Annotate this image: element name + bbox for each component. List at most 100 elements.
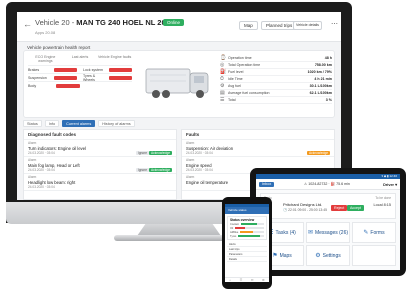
fact-value: 30.1 L/100km: [309, 84, 332, 88]
reject-button[interactable]: Reject: [331, 205, 348, 211]
list-item[interactable]: Alarm Turn indicators: Engine oil level …: [24, 140, 176, 157]
level-bar: [238, 235, 264, 237]
driver-dropdown[interactable]: Driver ▾: [383, 182, 397, 187]
list-item[interactable]: Alarm Headlight low beam: right 24.03.20…: [24, 174, 176, 191]
level-bar: [240, 231, 264, 233]
event-tag: Alarm: [28, 175, 37, 179]
tile-label: Tasks (4): [275, 229, 296, 236]
stat-name: Brakes: [28, 67, 40, 72]
envelope-icon[interactable]: ✉: [251, 278, 254, 282]
due-label: To be done: [375, 196, 391, 200]
home-icon[interactable]: ⌂: [229, 278, 231, 282]
forms-tile[interactable]: ✎ Forms: [352, 222, 396, 243]
tablet-device: ▾ ◆ ▮ 12:46 Inbox ⚠ 1024-82732 · ⛽ 75.6 …: [250, 168, 406, 276]
planned-trips-button[interactable]: Planned trips: [261, 21, 298, 30]
vehicle-name: MAN TG 240 HOEL NL 2008: [76, 18, 174, 27]
product-showcase: ← Vehicle 20 - MAN TG 240 HOEL NL 2008 O…: [0, 0, 408, 294]
status-chip: [54, 75, 77, 80]
tab-history-of-alarms[interactable]: History of alarms: [98, 120, 135, 127]
stat-name: Lock system: [83, 67, 103, 72]
acknowledge-button[interactable]: Acknowledge: [307, 151, 330, 155]
timer-icon: ⏱: [220, 76, 224, 82]
list-icon[interactable]: ☰: [240, 278, 243, 282]
phone-bottom-nav: ⌂ ☰ ✉ ⚙: [225, 277, 269, 282]
trip-info: ⚠ 1024-82732 · ⛽ 75.6 min: [304, 182, 350, 186]
stats-col-header: Vehicle Engine faults: [97, 55, 132, 59]
alarm-tabs: Status Info Current alarms History of al…: [23, 120, 135, 127]
status-card: Status overview Coolant Oil AdBlue Tyres: [227, 216, 267, 240]
status-chip: [109, 67, 132, 72]
fact-row: ▤ Average fuel consumption 62.1 L/100km: [220, 90, 332, 97]
status-label: Coolant: [230, 222, 239, 226]
stats-col-header: Last alerts: [71, 55, 89, 59]
level-bar: [240, 223, 264, 225]
phone-device: Vehicle status Status overview Coolant O…: [222, 197, 272, 289]
ignore-button[interactable]: Ignore: [135, 151, 149, 155]
panel-title: Diagnosed fault codes: [24, 130, 176, 140]
inbox-badge[interactable]: Inbox: [259, 182, 275, 187]
more-menu-icon[interactable]: ⋯: [331, 20, 338, 28]
ignore-button[interactable]: Ignore: [135, 168, 149, 172]
settings-tile[interactable]: ⚙ Settings: [306, 245, 350, 266]
event-time: 24.03.2020 · 03:04: [28, 185, 55, 189]
map-button[interactable]: Map: [239, 21, 258, 30]
list-item[interactable]: Alarm Main fog lamp, Head or Left 24.03.…: [24, 157, 176, 174]
level-fill: [238, 235, 261, 237]
panel-title: Faults: [182, 130, 334, 140]
phone-screen: Vehicle status Status overview Coolant O…: [225, 204, 269, 282]
health-stats-table: ECO Engine warnings Last alerts Vehicle …: [28, 55, 132, 89]
tablet-top-bar: Inbox ⚠ 1024-82732 · ⛽ 75.6 min Driver ▾: [256, 179, 400, 190]
event-time: 24.03.2020 · 03:04: [28, 168, 55, 172]
fact-value: 62.1 L/100km: [309, 91, 332, 95]
fact-label: Fuel level: [228, 70, 244, 74]
flag-icon: ⚑: [272, 253, 278, 259]
gauge-icon: ▤: [220, 90, 225, 96]
acknowledge-button[interactable]: Acknowledge: [149, 168, 172, 172]
health-report-card: ECO Engine warnings Last alerts Vehicle …: [23, 50, 335, 118]
tile-label: Messages (26): [314, 229, 349, 236]
vehicle-details-button[interactable]: Vehicle details: [293, 21, 322, 30]
tile-label: Maps: [279, 252, 292, 259]
event-tag: Alarm: [28, 141, 37, 145]
fact-row: ⚙ Avg fuel 30.1 L/100km: [220, 83, 332, 90]
fact-value: 758.00 km: [314, 63, 332, 67]
page-title: Vehicle 20 - MAN TG 240 HOEL NL 2008: [35, 18, 174, 27]
fact-label: Total Operation time: [228, 63, 261, 67]
list-item[interactable]: Details: [227, 257, 267, 262]
event-tag: Alarm: [28, 158, 37, 162]
fuel-icon: ⛽: [220, 69, 227, 75]
status-chip: [56, 83, 80, 88]
tablet-menu-grid: ☰Tasks (4) ✉Messages (26) ✎Forms ⚑Maps ⚙…: [260, 222, 396, 266]
clock-icon: ⌚: [220, 55, 227, 61]
tab-status[interactable]: Status: [23, 120, 42, 127]
fault-codes-panel: Diagnosed fault codes Alarm Turn indicat…: [23, 129, 177, 200]
acknowledge-button[interactable]: Acknowledge: [149, 151, 172, 155]
empty-tile: [352, 245, 396, 266]
fact-label: Idle Time: [228, 77, 243, 81]
gear-icon: ⚙: [315, 253, 321, 259]
accept-button[interactable]: Accept: [347, 205, 364, 211]
back-arrow-icon[interactable]: ←: [23, 19, 32, 29]
messages-tile[interactable]: ✉ Messages (26): [306, 222, 350, 243]
level-fill: [240, 231, 254, 233]
tab-current-alarms[interactable]: Current alarms: [62, 120, 96, 127]
phone-menu-list: Alerts Last trips Parameters Details: [227, 242, 267, 262]
status-chip: [54, 67, 77, 72]
fact-row: ⌚ Operation time 48 h: [220, 55, 332, 62]
truck-illustration: [145, 68, 209, 98]
pencil-icon: ✎: [363, 230, 369, 236]
fact-value: 3 %: [325, 98, 332, 102]
status-label: Oil: [230, 226, 234, 230]
fact-label: Operation time: [228, 56, 252, 60]
event-tag: Alarm: [186, 141, 195, 145]
list-item[interactable]: Alarm Suspension: Air deviation 24.03.20…: [182, 140, 334, 157]
gear-icon[interactable]: ⚙: [262, 278, 265, 282]
event-time: 24.03.2020 · 03:04: [186, 168, 213, 172]
stats-header: ECO Engine warnings Last alerts Vehicle …: [28, 55, 132, 63]
stat-name: Suspension: [28, 75, 47, 80]
distance-icon: ◎: [220, 62, 225, 68]
vehicle-facts-list: ⌚ Operation time 48 h ◎ Total Operation tim…: [220, 55, 332, 104]
event-time: 24.03.2020 · 03:04: [186, 151, 213, 155]
tab-info[interactable]: Info: [44, 120, 60, 127]
stats-row: Suspension Tyres & Wheels: [28, 73, 132, 82]
